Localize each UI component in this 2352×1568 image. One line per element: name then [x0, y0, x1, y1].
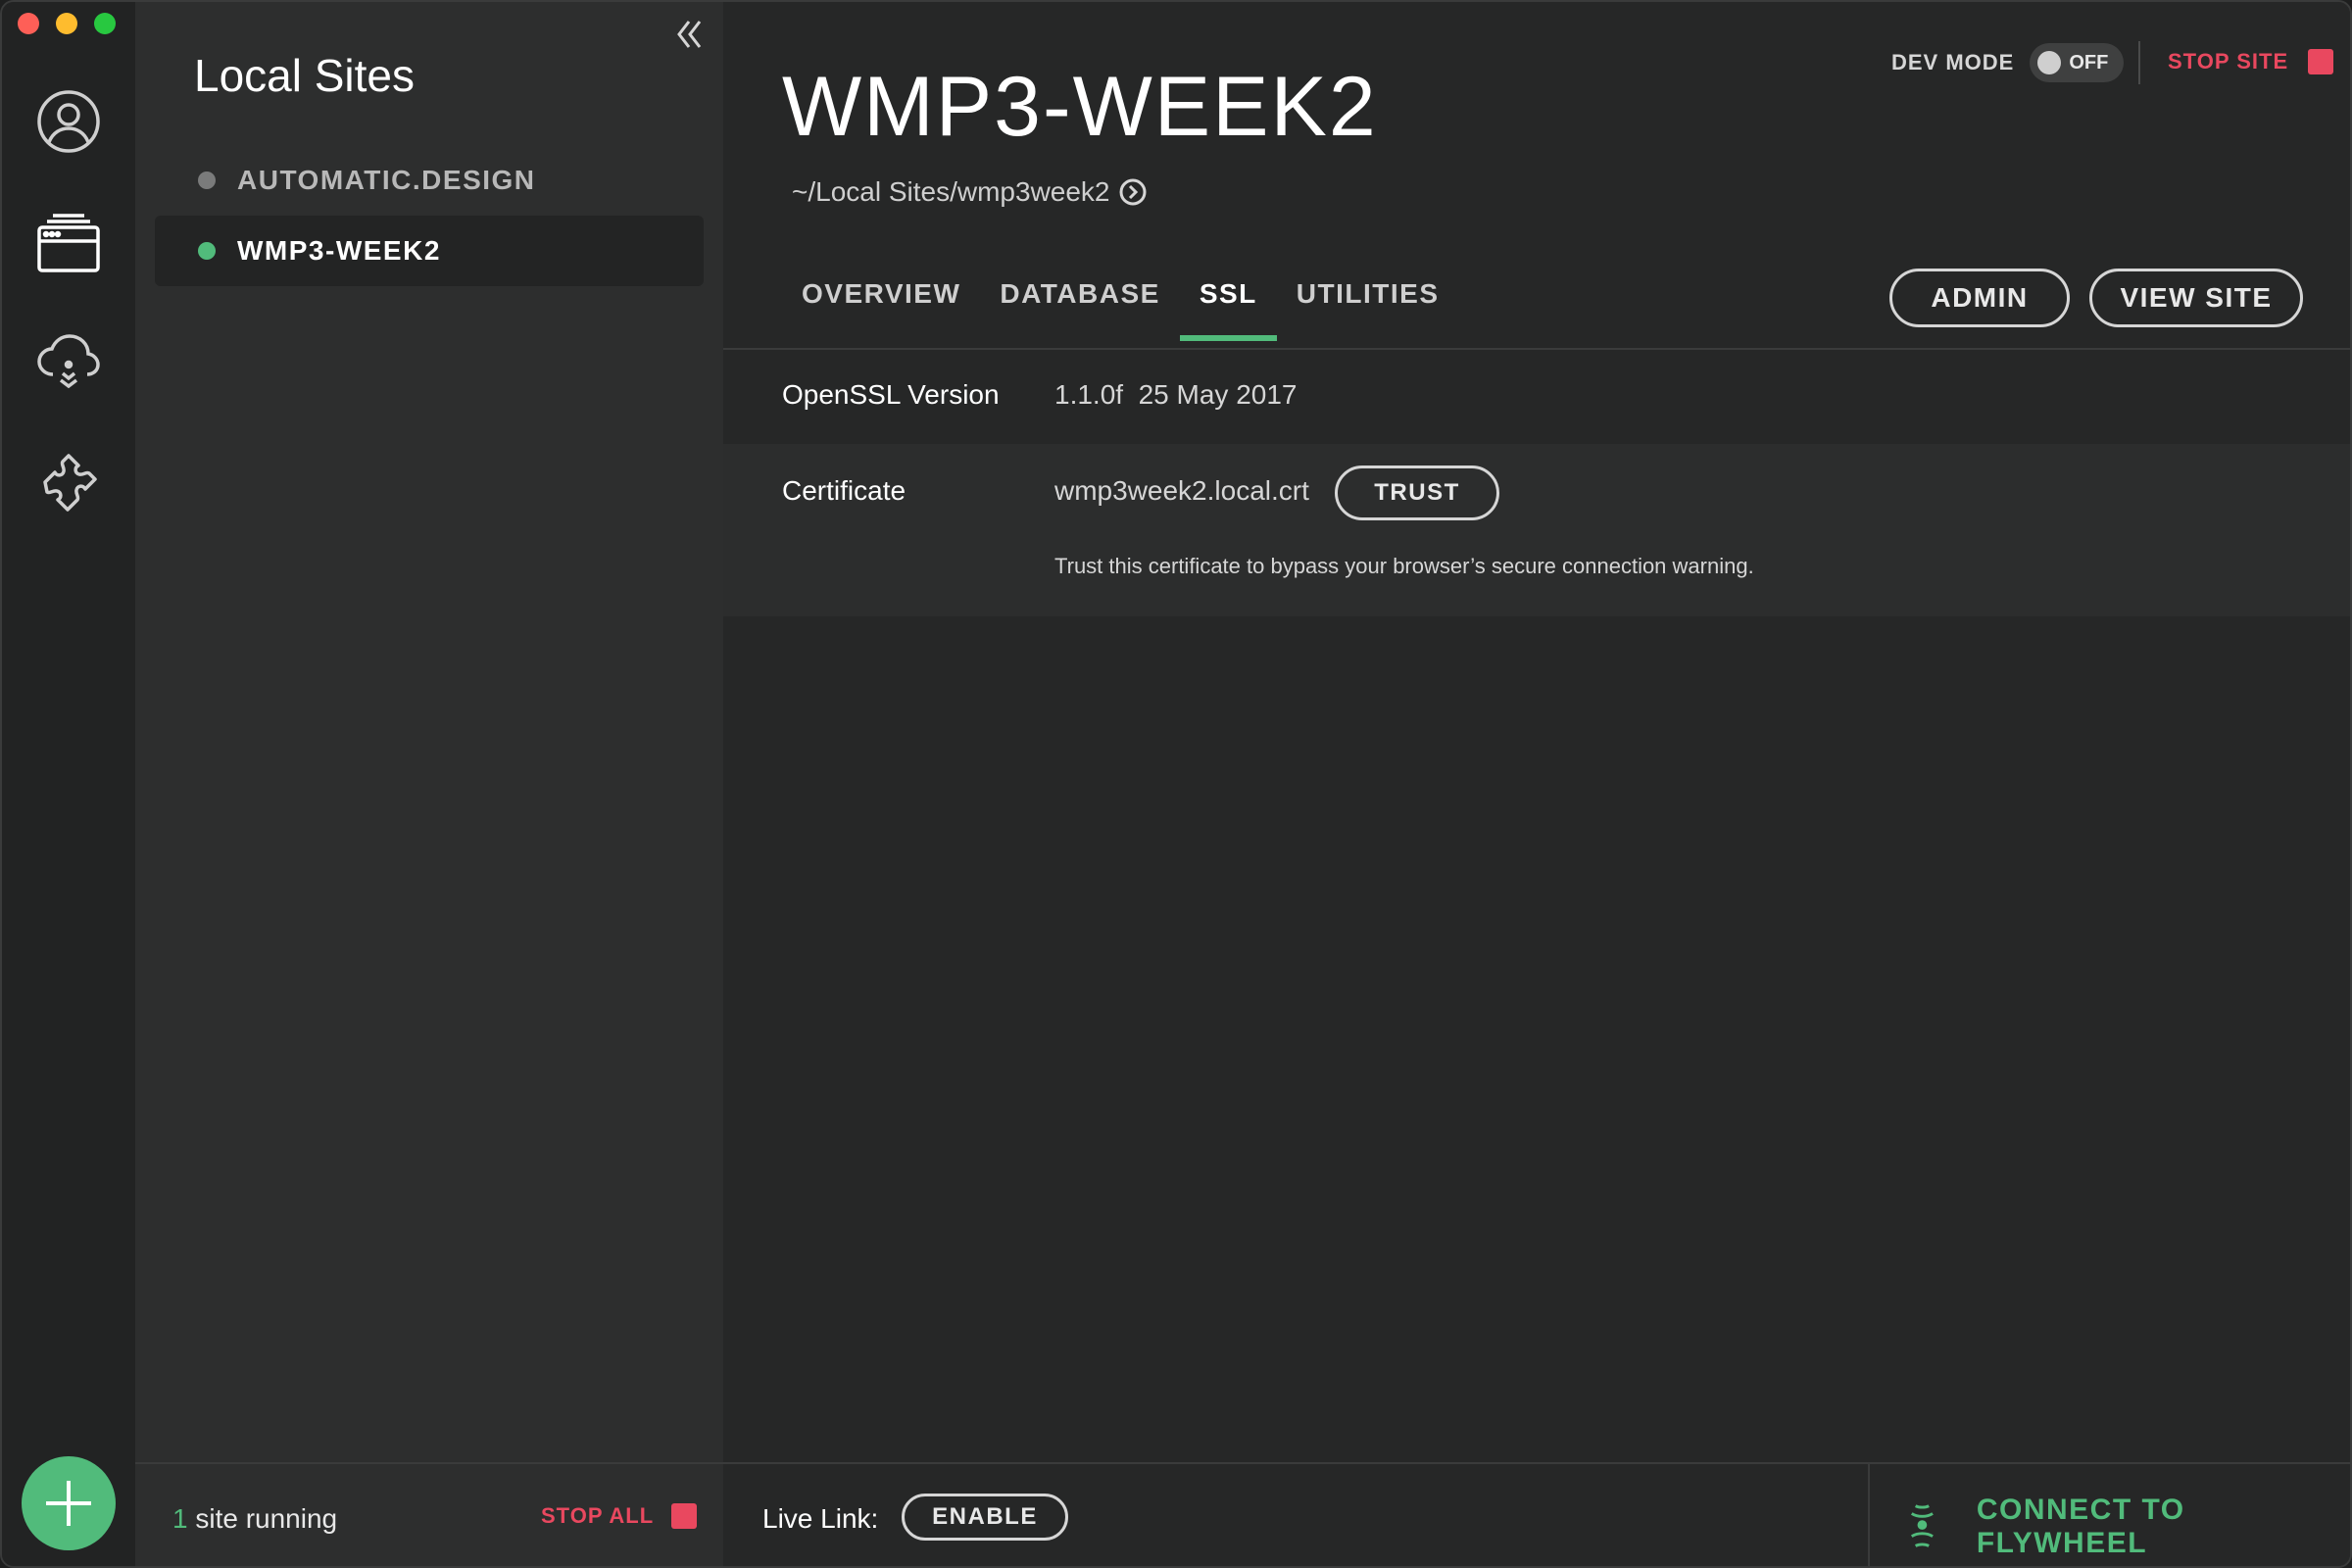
enable-live-link-button[interactable]: ENABLE	[902, 1494, 1068, 1541]
stop-site-label: STOP SITE	[2168, 49, 2289, 74]
trust-hint: Trust this certificate to bypass your br…	[1054, 554, 1754, 578]
stop-square-icon	[2308, 49, 2334, 74]
stop-all-label: STOP ALL	[541, 1503, 655, 1528]
tab-database[interactable]: DATABASE	[980, 269, 1179, 339]
site-path-link[interactable]: ~/Local Sites/wmp3week2	[792, 176, 1148, 208]
add-site-button[interactable]	[22, 1456, 116, 1550]
sidebar-footer: 1 site running STOP ALL	[135, 1462, 723, 1566]
stop-site-button[interactable]: STOP SITE	[2168, 49, 2334, 74]
sites-browser-icon[interactable]	[31, 206, 106, 280]
openssl-row: OpenSSL Version 1.1.0f 25 May 2017	[723, 350, 2350, 444]
footer-divider	[1868, 1464, 1870, 1566]
cloud-sync-icon[interactable]	[31, 325, 106, 400]
site-status-dot	[198, 242, 216, 260]
site-title: WMP3-WEEK2	[782, 60, 1378, 154]
dev-mode-toggle[interactable]: OFF	[2030, 43, 2125, 82]
tab-ssl[interactable]: SSL	[1179, 269, 1277, 341]
openssl-value: 1.1.0f 25 May 2017	[1054, 379, 1298, 410]
flywheel-signal-icon	[1910, 1504, 1934, 1547]
tab-utilities[interactable]: UTILITIES	[1277, 269, 1459, 339]
toggle-knob	[2037, 51, 2062, 74]
dev-mode-state: OFF	[2069, 51, 2109, 74]
site-tabs: OVERVIEW DATABASE SSL UTILITIES	[782, 269, 1459, 341]
site-item-wmp3-week2[interactable]: WMP3-WEEK2	[155, 216, 704, 286]
sites-sidebar: Local Sites AUTOMATIC.DESIGN WMP3-WEEK2 …	[135, 2, 723, 1566]
site-detail: WMP3-WEEK2 ~/Local Sites/wmp3week2 DEV M…	[723, 2, 2350, 1566]
site-item-label: WMP3-WEEK2	[237, 235, 441, 266]
tab-overview[interactable]: OVERVIEW	[782, 269, 980, 339]
site-item-automatic-design[interactable]: AUTOMATIC.DESIGN	[155, 145, 704, 216]
dev-mode-control: DEV MODE OFF	[1891, 43, 2125, 82]
running-text: site running	[187, 1503, 338, 1534]
connect-flywheel-label: CONNECT TO FLYWHEEL	[1976, 1494, 2185, 1559]
running-status: 1 site running	[172, 1503, 337, 1535]
icon-rail	[2, 2, 135, 1566]
header-divider	[2138, 41, 2140, 84]
addons-puzzle-icon[interactable]	[31, 449, 106, 523]
connect-flywheel-button[interactable]: CONNECT TO FLYWHEEL	[1903, 1494, 2350, 1560]
maximize-window-button[interactable]	[94, 13, 116, 34]
certificate-label: Certificate	[782, 475, 906, 506]
stop-square-icon	[671, 1503, 698, 1529]
view-site-button[interactable]: VIEW SITE	[2089, 269, 2303, 327]
certificate-value: wmp3week2.local.crt	[1054, 475, 1309, 506]
site-path-text: ~/Local Sites/wmp3week2	[792, 176, 1110, 207]
main-footer: Live Link: ENABLE CONNECT TO FLYWHEEL	[723, 1462, 2350, 1566]
stop-all-button[interactable]: STOP ALL	[541, 1503, 698, 1529]
admin-button[interactable]: ADMIN	[1889, 269, 2070, 327]
window-controls	[18, 13, 116, 34]
sidebar-title: Local Sites	[194, 50, 416, 101]
dev-mode-label: DEV MODE	[1891, 50, 2015, 74]
user-circle-icon[interactable]	[31, 84, 106, 159]
minimize-window-button[interactable]	[56, 13, 77, 34]
app-window: Local Sites AUTOMATIC.DESIGN WMP3-WEEK2 …	[0, 0, 2352, 1568]
close-window-button[interactable]	[18, 13, 39, 34]
reveal-arrow-icon	[1119, 178, 1147, 206]
plus-icon	[46, 1481, 91, 1526]
trust-button[interactable]: TRUST	[1335, 466, 1499, 520]
site-status-dot	[198, 172, 216, 189]
running-count: 1	[172, 1503, 188, 1534]
openssl-label: OpenSSL Version	[782, 379, 1000, 410]
double-chevron-left-icon[interactable]	[672, 18, 706, 51]
site-item-label: AUTOMATIC.DESIGN	[237, 165, 536, 195]
certificate-row: Certificate wmp3week2.local.crt TRUST Tr…	[723, 444, 2350, 616]
live-link-label: Live Link:	[762, 1503, 879, 1534]
